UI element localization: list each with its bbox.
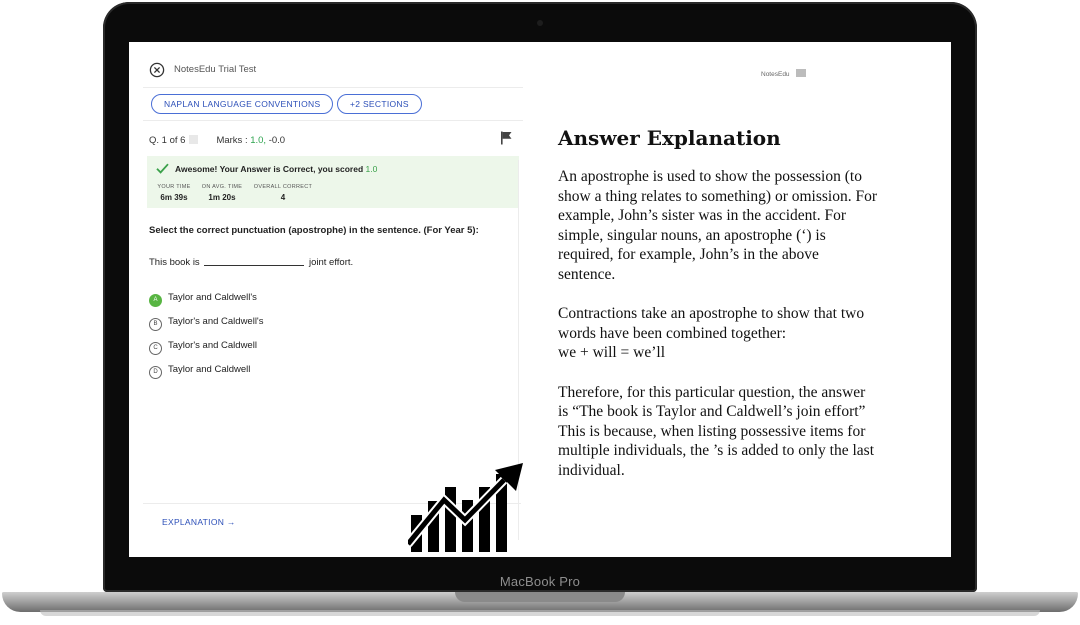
arrow-right-icon: →: [226, 517, 236, 527]
option-text: Taylor's and Caldwell's: [168, 316, 264, 327]
option-b[interactable]: B Taylor's and Caldwell's: [149, 316, 264, 331]
marks-label: Marks :: [216, 135, 248, 146]
explanation-body: An apostrophe is used to show the posses…: [558, 167, 878, 481]
book-icon: [795, 69, 806, 77]
explanation-title: Answer Explanation: [558, 126, 781, 150]
explanation-paragraph: Therefore, for this particular question,…: [558, 383, 866, 421]
option-a[interactable]: A Taylor and Caldwell's: [149, 292, 257, 307]
marks-positive: 1.0,: [250, 135, 267, 146]
more-sections-pill[interactable]: +2 SECTIONS: [337, 94, 422, 114]
camera: [537, 20, 543, 26]
close-icon[interactable]: [149, 62, 165, 78]
stat-avg-time: ON AVG. TIME 1m 20s: [200, 184, 244, 202]
result-banner: Awesome! Your Answer is Correct, you sco…: [147, 156, 519, 208]
explanation-paragraph: This is because, when listing possessive…: [558, 422, 874, 479]
section-bar: NAPLAN LANGUAGE CONVENTIONS +2 SECTIONS: [143, 87, 523, 121]
stat-label: ON AVG. TIME: [201, 184, 243, 190]
brand-text: NotesEdu: [761, 71, 790, 78]
laptop-base-shadow: [40, 610, 1040, 616]
explanation-link[interactable]: EXPLANATION →: [162, 517, 236, 527]
option-c[interactable]: C Taylor's and Caldwell: [149, 340, 257, 355]
marks-negative: -0.0: [268, 135, 286, 146]
explanation-link-label: EXPLANATION: [162, 517, 225, 527]
option-letter: C: [149, 342, 162, 355]
stat-label: YOUR TIME: [157, 184, 191, 190]
explanation-paragraph: we + will = we’ll: [558, 344, 666, 362]
sentence-after: joint effort.: [308, 257, 354, 268]
stat-value: 6m 39s: [160, 193, 188, 202]
growth-chart-icon: [408, 463, 523, 552]
question-panel: NotesEdu Trial Test NAPLAN LANGUAGE CONV…: [129, 42, 523, 557]
laptop-notch: [455, 592, 625, 602]
option-letter: D: [149, 366, 162, 379]
section-pill-naplan[interactable]: NAPLAN LANGUAGE CONVENTIONS: [151, 94, 334, 114]
explanation-paragraph: Contractions take an apostrophe to show …: [558, 305, 865, 342]
right-brand: NotesEdu: [761, 69, 806, 78]
stat-overall-correct: OVERALL CORRECT 4: [252, 184, 314, 202]
stat-value: 4: [280, 193, 286, 202]
option-d[interactable]: D Taylor and Caldwell: [149, 364, 250, 379]
stat-label: OVERALL CORRECT: [253, 184, 313, 190]
sentence-before: This book is: [149, 257, 200, 268]
result-score: 1.0: [365, 164, 378, 174]
question-sentence: This book is joint effort.: [149, 255, 353, 268]
result-message-text: Awesome! Your Answer is Correct, you sco…: [175, 164, 364, 174]
stat-your-time: YOUR TIME 6m 39s: [155, 184, 193, 202]
explanation-paragraph: An apostrophe is used to show the posses…: [558, 168, 878, 283]
screen: NotesEdu Trial Test NAPLAN LANGUAGE CONV…: [129, 42, 951, 557]
question-prompt: Select the correct punctuation (apostrop…: [149, 225, 479, 236]
option-text: Taylor and Caldwell: [168, 364, 251, 375]
option-text: Taylor's and Caldwell: [168, 340, 257, 351]
sentence-blank: [204, 255, 305, 266]
result-message: Awesome! Your Answer is Correct, you sco…: [175, 164, 377, 174]
explanation-panel: NotesEdu Answer Explanation An apostroph…: [521, 42, 951, 557]
check-icon: [156, 163, 169, 174]
question-meta: Q. 1 of 6 Marks : 1.0, -0.0: [149, 135, 285, 146]
app-title: NotesEdu Trial Test: [174, 64, 257, 75]
stat-value: 1m 20s: [208, 193, 236, 202]
option-letter: B: [149, 318, 162, 331]
bookmark-box[interactable]: [189, 135, 199, 144]
option-text: Taylor and Caldwell's: [168, 292, 257, 303]
device-label: MacBook Pro: [499, 574, 581, 589]
flag-icon[interactable]: [500, 131, 512, 145]
option-letter: A: [149, 294, 162, 307]
question-number: Q. 1 of 6: [149, 135, 186, 146]
